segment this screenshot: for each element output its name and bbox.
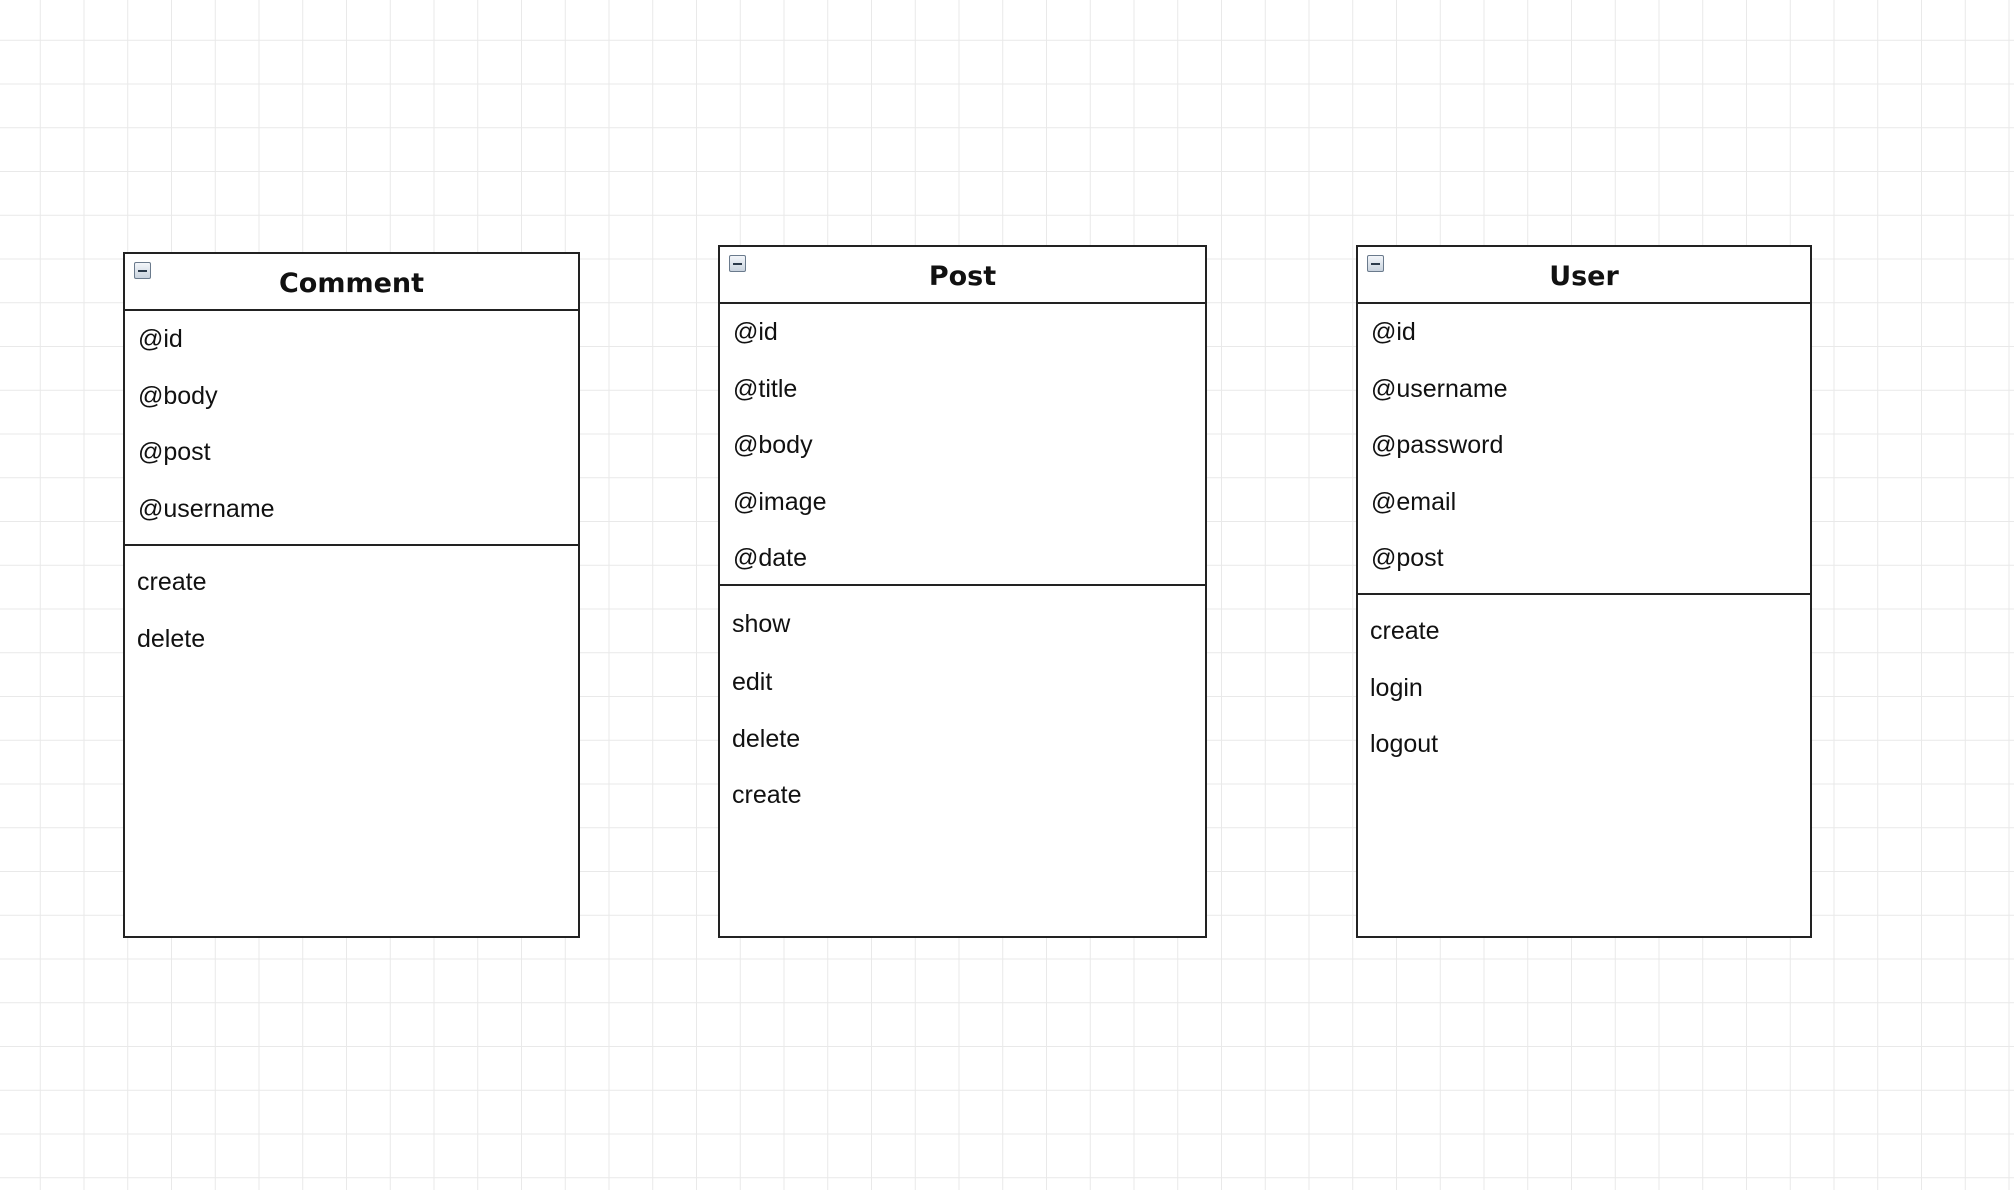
attribute-row[interactable]: @id [1371, 304, 1810, 361]
attribute-row[interactable]: @username [138, 481, 578, 538]
attribute-row[interactable]: @image [733, 474, 1205, 531]
attribute-row[interactable]: @body [733, 417, 1205, 474]
operation-row[interactable]: login [1370, 660, 1810, 717]
class-header: User [1358, 247, 1810, 304]
attribute-row[interactable]: @body [138, 368, 578, 425]
attribute-row[interactable]: @date [733, 530, 1205, 587]
attribute-row[interactable]: @post [138, 424, 578, 481]
class-post[interactable]: Post @id @title @body @image @date show … [718, 245, 1207, 938]
operation-row[interactable]: show [732, 594, 1205, 654]
attributes-section: @id @body @post @username [125, 311, 578, 546]
attribute-row[interactable]: @id [138, 311, 578, 368]
operations-section: create delete [125, 546, 578, 936]
class-user[interactable]: User @id @username @password @email @pos… [1356, 245, 1812, 938]
diagram-canvas[interactable]: Comment @id @body @post @username create… [0, 0, 2014, 1190]
attribute-row[interactable]: @password [1371, 417, 1810, 474]
attribute-row[interactable]: @post [1371, 530, 1810, 587]
class-title: User [1549, 261, 1619, 292]
attributes-section: @id @title @body @image @date [720, 304, 1205, 586]
attribute-row[interactable]: @title [733, 361, 1205, 418]
operation-row[interactable]: create [1370, 603, 1810, 660]
collapse-icon[interactable] [134, 262, 151, 279]
class-header: Comment [125, 254, 578, 311]
attribute-row[interactable]: @email [1371, 474, 1810, 531]
operation-row[interactable]: delete [732, 711, 1205, 768]
class-header: Post [720, 247, 1205, 304]
operation-row[interactable]: delete [137, 611, 578, 668]
operation-row[interactable]: create [137, 554, 578, 611]
collapse-icon[interactable] [729, 255, 746, 272]
operations-section: create login logout [1358, 595, 1810, 936]
operations-section: show edit delete create [720, 586, 1205, 936]
operation-row[interactable]: logout [1370, 716, 1810, 773]
class-comment[interactable]: Comment @id @body @post @username create… [123, 252, 580, 938]
attribute-row[interactable]: @id [733, 304, 1205, 361]
operation-row[interactable]: edit [732, 654, 1205, 711]
class-title: Post [928, 261, 997, 292]
collapse-icon[interactable] [1367, 255, 1384, 272]
operation-row[interactable]: create [732, 767, 1205, 824]
attributes-section: @id @username @password @email @post [1358, 304, 1810, 595]
attribute-row[interactable]: @username [1371, 361, 1810, 418]
class-title: Comment [278, 268, 425, 299]
